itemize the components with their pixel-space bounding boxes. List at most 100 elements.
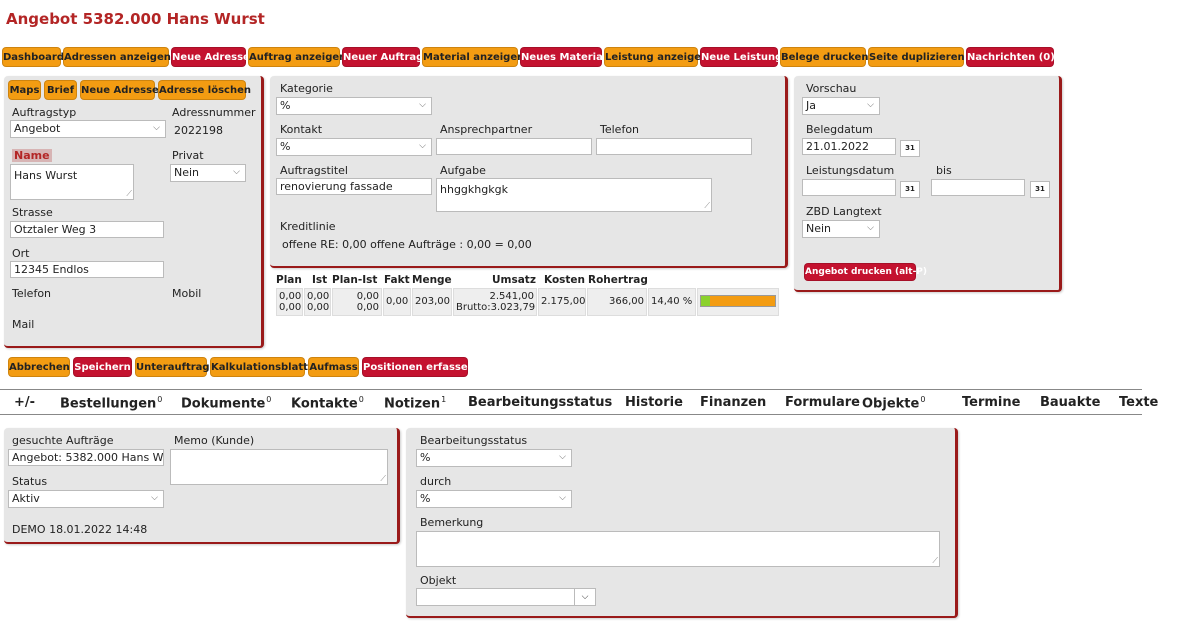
auftragstitel-label: Auftragstitel bbox=[280, 164, 348, 177]
percent-cell: 14,40 % bbox=[648, 288, 696, 316]
name-field[interactable]: Hans Wurst ⟋ bbox=[10, 164, 134, 200]
calendar-icon[interactable]: 31 bbox=[1030, 181, 1050, 198]
action-button-1[interactable]: Speichern bbox=[73, 357, 132, 377]
ort-field[interactable]: 12345 Endlos bbox=[10, 261, 164, 278]
nav-button-10[interactable]: Seite duplizieren bbox=[868, 47, 965, 67]
tab-1[interactable]: Bestellungen0 bbox=[60, 395, 162, 411]
ansprechpartner-field[interactable] bbox=[436, 138, 592, 155]
aufgabe-label: Aufgabe bbox=[440, 164, 486, 177]
kategorie-select[interactable]: % ⌵ bbox=[276, 97, 432, 115]
kreditlinie-text: offene RE: 0,00 offene Aufträge : 0,00 =… bbox=[282, 238, 532, 251]
leistungsdatum-field[interactable] bbox=[802, 179, 896, 196]
zbd-select[interactable]: Nein ⌵ bbox=[802, 220, 880, 238]
umsatz-cell: 2.541,00 Brutto:3.023,79 bbox=[453, 288, 537, 316]
belegdatum-field[interactable]: 21.01.2022 bbox=[802, 138, 896, 155]
adressnummer-value: 2022198 bbox=[174, 124, 223, 137]
bemerkung-field[interactable]: ⟋ bbox=[416, 531, 940, 567]
nav-button-4[interactable]: Neuer Auftrag bbox=[342, 47, 423, 67]
stat-header: Menge bbox=[412, 274, 452, 286]
calendar-icon[interactable]: 31 bbox=[900, 181, 920, 198]
stat-header: Plan-Ist bbox=[332, 274, 378, 286]
tab-0[interactable]: +/- bbox=[14, 395, 35, 410]
nav-button-5[interactable]: Material anzeigen bbox=[422, 47, 524, 67]
action-button-3[interactable]: Kalkulationsblatt bbox=[210, 357, 308, 377]
rohertrag-cell: 366,00 bbox=[587, 288, 647, 316]
nav-button-9[interactable]: Belege drucken bbox=[780, 47, 868, 67]
address-button-1[interactable]: Brief bbox=[44, 80, 77, 100]
chevron-down-icon: ⌵ bbox=[151, 493, 158, 503]
kontakt-select[interactable]: % ⌵ bbox=[276, 138, 432, 156]
aufgabe-field[interactable]: hhggkhgkgk ⟋ bbox=[436, 178, 712, 212]
plan-ist-cell: 0,00 0,00 bbox=[332, 288, 382, 316]
nav-button-7[interactable]: Leistung anzeigen bbox=[604, 47, 708, 67]
objekt-field[interactable] bbox=[416, 588, 576, 606]
order-telefon-field[interactable] bbox=[596, 138, 752, 155]
durch-select[interactable]: % ⌵ bbox=[416, 490, 572, 508]
auftragstitel-field[interactable]: renovierung fassade bbox=[276, 178, 432, 195]
search-panel: gesuchte Aufträge Angebot: 5382.000 Hans… bbox=[4, 428, 400, 544]
action-button-5[interactable]: Positionen erfassen bbox=[362, 357, 475, 377]
tab-label: Historie bbox=[625, 395, 683, 410]
profit-progress bbox=[697, 288, 779, 316]
nav-button-1[interactable]: Adressen anzeigen bbox=[63, 47, 171, 67]
objekt-dropdown-button[interactable]: ⌵ bbox=[574, 588, 596, 606]
durch-label: durch bbox=[420, 475, 452, 488]
nav-button-3[interactable]: Auftrag anzeigen bbox=[248, 47, 346, 67]
memo-field[interactable]: ⟋ bbox=[170, 449, 388, 485]
nav-button-8[interactable]: Neue Leistung bbox=[700, 47, 782, 67]
strasse-field[interactable]: Otztaler Weg 3 bbox=[10, 221, 164, 238]
kreditlinie-label: Kreditlinie bbox=[280, 220, 336, 233]
tab-label: Texte bbox=[1119, 395, 1159, 410]
nav-button-6[interactable]: Neues Material bbox=[520, 47, 606, 67]
address-button-3[interactable]: Adresse löschen bbox=[158, 80, 251, 100]
resize-grip-icon[interactable]: ⟋ bbox=[126, 189, 132, 199]
vorschau-select[interactable]: Ja ⌵ bbox=[802, 97, 880, 115]
tab-10[interactable]: Termine bbox=[962, 395, 1020, 410]
tab-4[interactable]: Notizen1 bbox=[384, 395, 446, 411]
nav-button-0[interactable]: Dashboard bbox=[2, 47, 64, 67]
chevron-down-icon: ⌵ bbox=[233, 167, 240, 177]
tab-label: Finanzen bbox=[700, 395, 767, 410]
auftragstyp-select[interactable]: Angebot ⌵ bbox=[10, 120, 166, 138]
action-button-4[interactable]: Aufmass bbox=[308, 357, 359, 377]
objekt-label: Objekt bbox=[420, 574, 457, 587]
bearbeitungsstatus-select[interactable]: % ⌵ bbox=[416, 449, 572, 467]
nav-button-2[interactable]: Neue Adresse bbox=[171, 47, 250, 67]
progress-fill bbox=[701, 296, 711, 306]
privat-label: Privat bbox=[172, 149, 204, 162]
gesuchte-field[interactable]: Angebot: 5382.000 Hans Wurst bbox=[8, 449, 164, 466]
tab-label: Notizen bbox=[384, 396, 441, 412]
auftragstyp-label: Auftragstyp bbox=[12, 106, 77, 119]
tab-11[interactable]: Bauakte bbox=[1040, 395, 1100, 410]
chevron-down-icon: ⌵ bbox=[581, 592, 589, 602]
address-button-0[interactable]: Maps bbox=[8, 80, 41, 100]
memo-label: Memo (Kunde) bbox=[174, 434, 255, 447]
tab-7[interactable]: Finanzen bbox=[700, 395, 766, 410]
tab-3[interactable]: Kontakte0 bbox=[291, 395, 364, 411]
order-stats: Plan Ist Plan-Ist Fakt Menge Umsatz Kost… bbox=[274, 272, 780, 318]
resize-grip-icon[interactable]: ⟋ bbox=[704, 201, 710, 211]
status-select[interactable]: Aktiv ⌵ bbox=[8, 490, 164, 508]
tab-5[interactable]: Bearbeitungsstatus bbox=[468, 395, 612, 410]
tab-label: +/- bbox=[14, 395, 36, 410]
resize-grip-icon[interactable]: ⟋ bbox=[932, 556, 938, 566]
tab-12[interactable]: Texte bbox=[1119, 395, 1158, 410]
nav-button-11[interactable]: Nachrichten (0) bbox=[966, 47, 1055, 67]
privat-select[interactable]: Nein ⌵ bbox=[170, 164, 246, 182]
bearbeitungsstatus-label: Bearbeitungsstatus bbox=[420, 434, 528, 447]
adressnummer-label: Adressnummer bbox=[172, 106, 256, 119]
tab-6[interactable]: Historie bbox=[625, 395, 683, 410]
action-button-0[interactable]: Abbrechen bbox=[8, 357, 70, 377]
tab-2[interactable]: Dokumente0 bbox=[181, 395, 271, 411]
tab-label: Objekte bbox=[862, 396, 920, 412]
print-offer-button[interactable]: Angebot drucken (alt-P) bbox=[804, 263, 927, 281]
gesuchte-label: gesuchte Aufträge bbox=[12, 434, 114, 447]
tab-9[interactable]: Objekte0 bbox=[862, 395, 925, 411]
kontakt-label: Kontakt bbox=[280, 123, 323, 136]
calendar-icon[interactable]: 31 bbox=[900, 140, 920, 157]
address-button-2[interactable]: Neue Adresse bbox=[80, 80, 159, 100]
action-button-2[interactable]: Unterauftrag bbox=[135, 357, 210, 377]
tab-8[interactable]: Formulare bbox=[785, 395, 860, 410]
bis-field[interactable] bbox=[931, 179, 1025, 196]
resize-grip-icon[interactable]: ⟋ bbox=[380, 474, 386, 484]
